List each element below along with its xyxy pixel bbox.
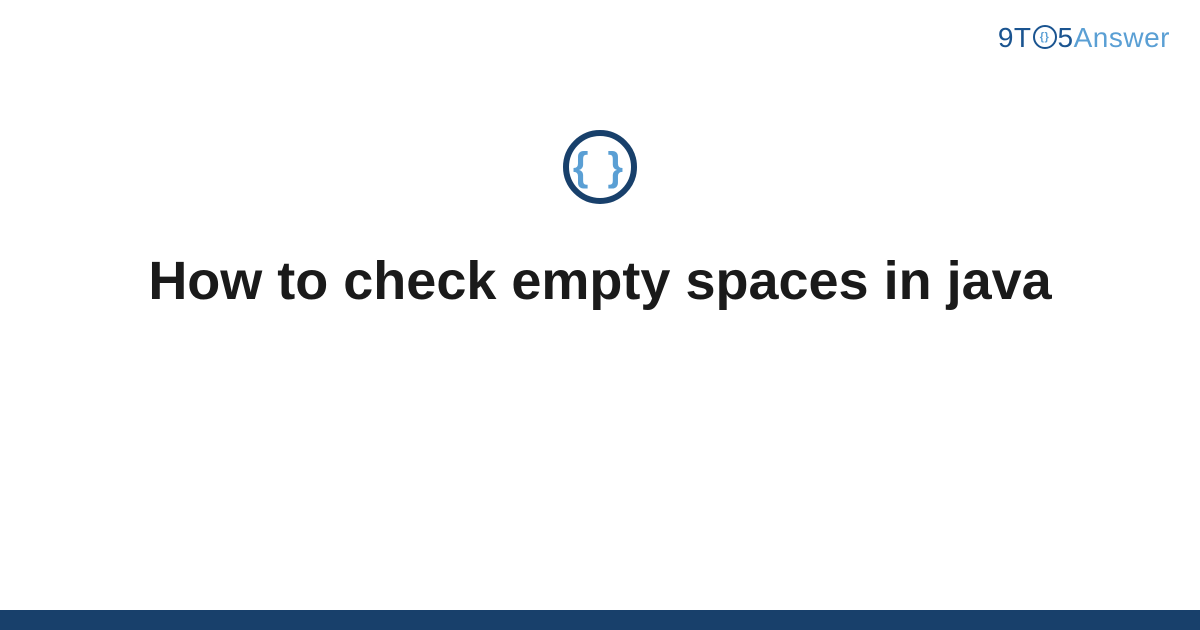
category-code-icon: { } — [563, 130, 637, 204]
logo-text-5: 5 — [1058, 22, 1074, 54]
footer-accent-bar — [0, 610, 1200, 630]
main-content: { } How to check empty spaces in java — [0, 130, 1200, 316]
logo-text-9t: 9T — [998, 22, 1032, 54]
logo-o-braces: {} — [1040, 32, 1050, 43]
code-braces-icon: { } — [573, 147, 627, 187]
brand-logo: 9T {} 5 Answer — [998, 22, 1170, 54]
logo-o-icon: {} — [1033, 25, 1057, 49]
logo-text-answer: Answer — [1074, 22, 1170, 54]
page-title: How to check empty spaces in java — [108, 246, 1091, 316]
